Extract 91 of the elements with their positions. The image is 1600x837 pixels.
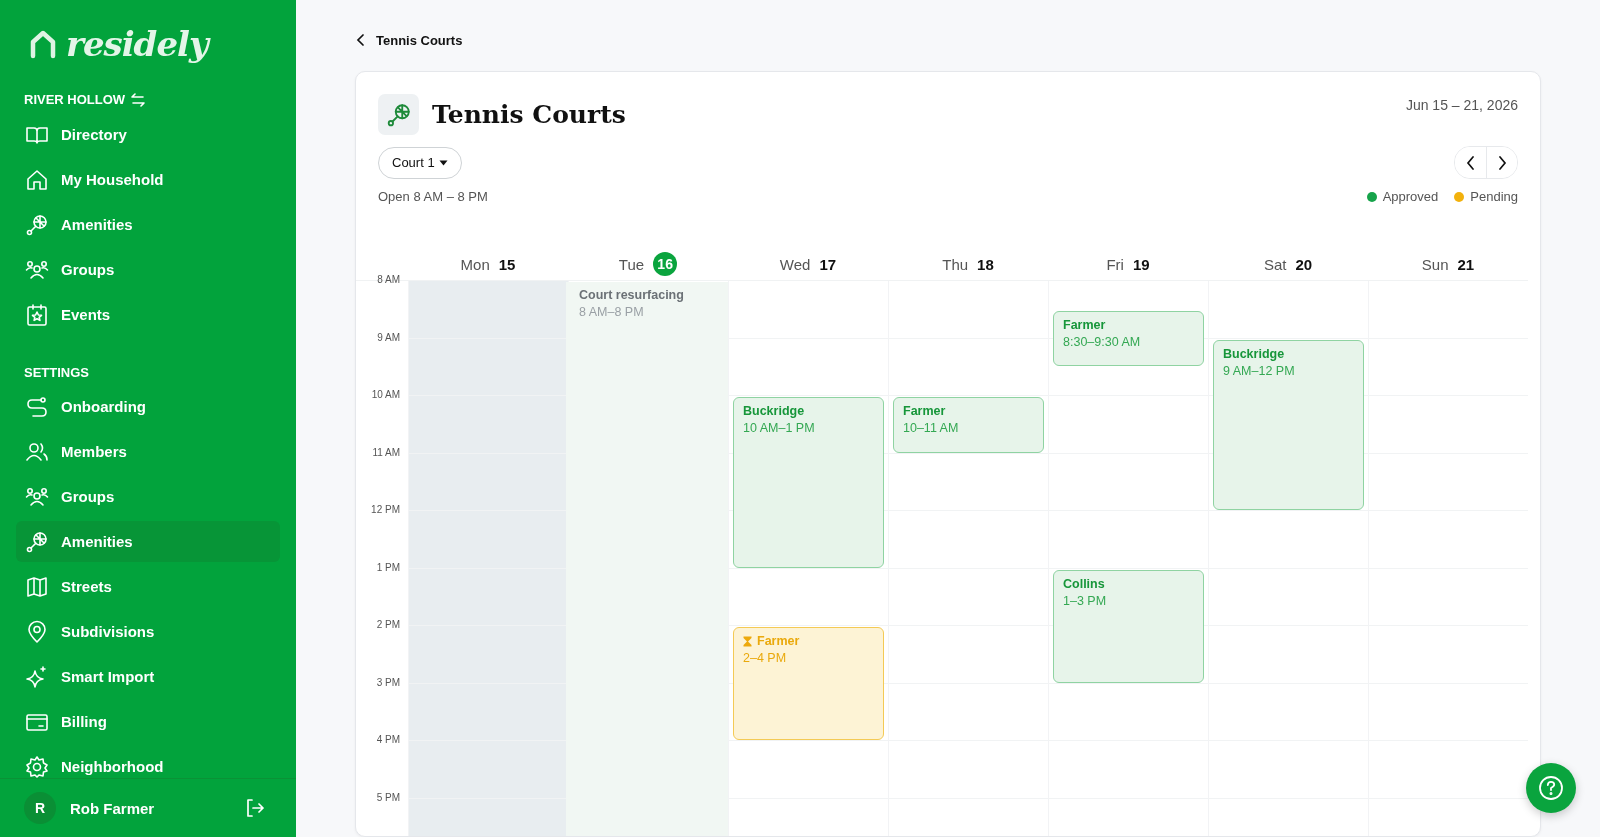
booking-block[interactable]: Buckridge 10 AM–1 PM (733, 397, 884, 568)
booking-time: 2–4 PM (743, 651, 788, 665)
sidebar-item[interactable]: Events (16, 294, 280, 335)
booking-title: Farmer (1063, 317, 1106, 332)
hourglass-icon (743, 635, 752, 647)
court-dropdown[interactable]: Court 1 (378, 146, 462, 179)
time-label: 4 PM (376, 734, 400, 745)
booking-block[interactable]: Collins 1–3 PM (1053, 569, 1204, 683)
racket-icon (378, 94, 419, 135)
booking-time: 8 AM–8 PM (579, 305, 645, 319)
booking-title: Farmer (757, 634, 800, 648)
next-week-button[interactable] (1486, 147, 1517, 178)
back-link[interactable]: Tennis Courts (355, 20, 1541, 60)
help-button[interactable] (1526, 763, 1576, 813)
booking-block[interactable]: Farmer 8:30–9:30 AM (1053, 310, 1204, 367)
time-label: 9 AM (377, 331, 400, 343)
time-label: 12 PM (371, 504, 400, 515)
time-label: 1 PM (376, 561, 400, 573)
sidebar-item[interactable]: Members (16, 431, 280, 472)
weekday-label: Sun (1421, 255, 1449, 273)
booking-block[interactable]: Farmer 10–11 AM (893, 397, 1044, 453)
house-logo-icon (28, 29, 58, 59)
time-label: 11 AM (372, 446, 400, 458)
sidebar-item[interactable]: My Household (16, 159, 280, 200)
sidebar-item[interactable]: Subdivisions (16, 611, 280, 652)
user-avatar[interactable]: R (24, 792, 56, 824)
opening-hours: Open 8 AM – 8 PM (378, 189, 488, 204)
back-icon (355, 34, 367, 46)
weekday-label: Wed (779, 255, 811, 273)
legend-label: Approved (1382, 189, 1439, 204)
day-number: 16 (653, 252, 678, 276)
sidebar-item[interactable]: Smart Import (16, 656, 280, 697)
day-number: 19 (1132, 255, 1150, 273)
sidebar-item[interactable]: Amenities (16, 521, 280, 562)
pin-icon (25, 619, 49, 644)
booking-time: 8:30–9:30 AM (1063, 334, 1142, 349)
booking-title: Buckridge (1223, 346, 1285, 361)
weekday-label: Tue (618, 255, 645, 273)
day-number: 18 (977, 255, 994, 273)
sidebar-item[interactable]: Billing (16, 701, 280, 742)
legend-label: Pending (1470, 189, 1518, 204)
booking-time: 1–3 PM (1063, 593, 1108, 608)
racket-icon (25, 529, 49, 554)
time-label: 3 PM (376, 676, 400, 688)
house-icon (25, 167, 49, 192)
sidebar-item[interactable]: Groups (16, 476, 280, 517)
page-title: Tennis Courts (432, 100, 627, 129)
booking-title: Buckridge (743, 404, 805, 418)
weekday-label: Thu (942, 255, 969, 273)
chevron-right-icon (1497, 155, 1507, 170)
racket-icon (25, 212, 49, 237)
booking-time: 10–11 AM (903, 421, 960, 435)
time-label: 5 PM (376, 791, 400, 803)
date-range: Jun 15 – 21, 2026 (1405, 97, 1518, 113)
community-name: RIVER HOLLOW (24, 92, 126, 107)
booking-title: Collins (1063, 576, 1105, 591)
settings-heading: SETTINGS (23, 364, 90, 382)
closure-block[interactable]: Court resurfacing 8 AM–8 PM (566, 282, 728, 836)
day-number: 17 (819, 255, 837, 273)
booking-title: Farmer (903, 404, 946, 418)
booking-time: 10 AM–1 PM (743, 421, 816, 435)
booking-title: Court resurfacing (579, 288, 684, 302)
chevron-left-icon (1465, 155, 1476, 170)
calendar-icon (25, 302, 49, 327)
sidebar-item[interactable]: Directory (16, 114, 280, 155)
user-name: Rob Farmer (70, 799, 156, 817)
day-number: 21 (1457, 255, 1475, 273)
gear-icon (25, 754, 49, 778)
time-label: 10 AM (371, 389, 400, 400)
booking-block[interactable]: Farmer 2–4 PM (733, 627, 884, 740)
sidebar-item[interactable]: Neighborhood (16, 746, 280, 778)
sidebar-item[interactable]: Amenities (16, 204, 280, 245)
time-label: 8 AM (377, 274, 400, 285)
caret-icon (438, 159, 448, 166)
logout-icon[interactable] (244, 797, 266, 819)
sidebar-item[interactable]: Onboarding (16, 386, 280, 427)
time-label: 2 PM (376, 619, 400, 630)
sidebar-item[interactable]: Groups (16, 249, 280, 290)
map-icon (25, 574, 49, 599)
help-icon (1538, 775, 1564, 801)
weekday-label: Mon (460, 255, 490, 273)
sidebar-item[interactable]: Streets (16, 566, 280, 607)
weekday-label: Fri (1106, 255, 1124, 273)
booking-block[interactable]: Buckridge 9 AM–12 PM (1213, 339, 1364, 510)
sparkle-icon (25, 664, 49, 689)
day-number: 15 (498, 255, 516, 273)
booking-time: 9 AM–12 PM (1223, 363, 1296, 378)
swap-icon[interactable] (131, 92, 146, 107)
route-icon (25, 394, 49, 419)
day-number: 20 (1295, 255, 1313, 273)
weekday-label: Sat (1263, 255, 1287, 273)
